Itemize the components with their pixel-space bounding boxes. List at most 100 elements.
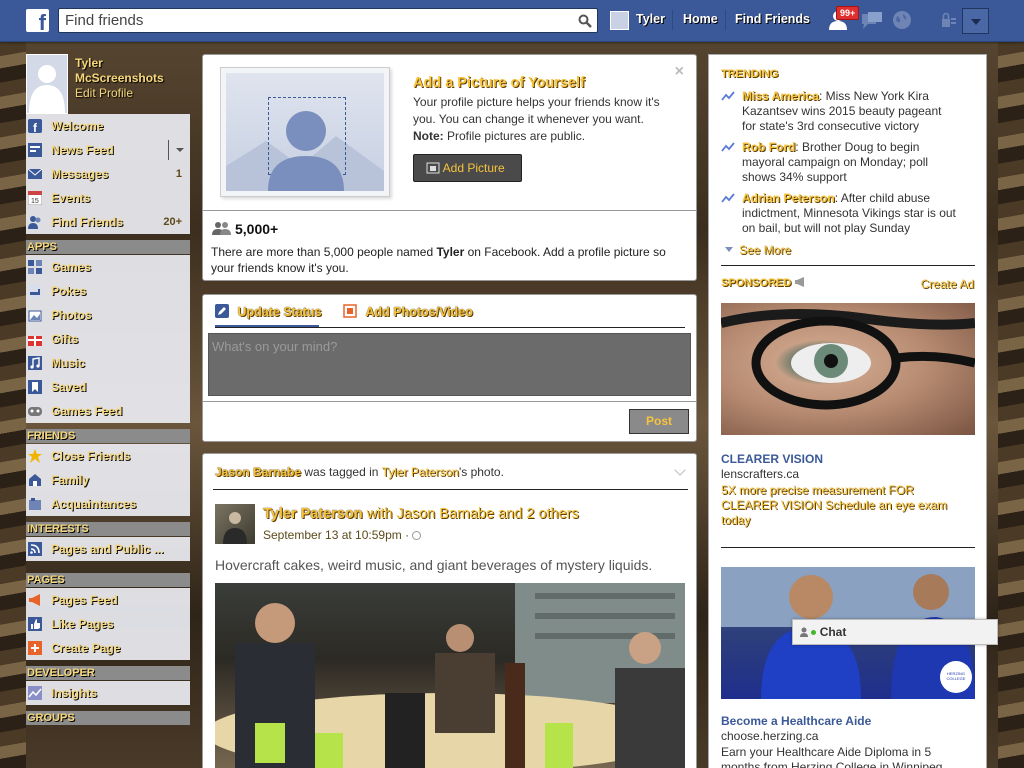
notification-badge: 99+ xyxy=(836,6,860,20)
audience-globe-icon[interactable] xyxy=(412,531,422,540)
others-link[interactable]: 2 others xyxy=(526,506,578,522)
pencil-icon xyxy=(215,304,229,318)
profile-avatar[interactable] xyxy=(26,54,68,114)
tab-add-photos-video[interactable]: Add Photos/Video xyxy=(343,304,473,319)
ad-title[interactable]: Become a Healthcare Aide xyxy=(721,714,871,728)
acquaintances-icon xyxy=(29,498,41,510)
person-photo-icon xyxy=(223,512,247,544)
add-picture-title: Add a Picture of Yourself xyxy=(413,75,585,91)
privacy-lock-icon[interactable] xyxy=(940,10,958,30)
photo-owner-link[interactable]: Tyler Paterson xyxy=(382,465,459,479)
insights-icon xyxy=(28,686,42,700)
ad-domain[interactable]: lenscrafters.ca xyxy=(721,467,799,481)
ad-domain[interactable]: choose.herzing.ca xyxy=(721,729,818,743)
close-icon[interactable]: × xyxy=(675,63,684,81)
ad-title[interactable]: CLEARER VISION xyxy=(721,452,823,466)
sidebar-item-pages-public-figures[interactable]: Pages and Public ... xyxy=(26,537,190,561)
sidebar-item-welcome[interactable]: f Welcome xyxy=(26,114,190,138)
games-feed-icon xyxy=(28,407,42,416)
search-box[interactable] xyxy=(58,8,598,33)
sidebar-item-like-pages[interactable]: Like Pages xyxy=(26,612,190,636)
trending-item[interactable]: Miss America: Miss New York Kira Kazants… xyxy=(742,89,957,134)
author-avatar[interactable] xyxy=(215,504,255,544)
camera-icon xyxy=(426,162,440,174)
edit-profile-link[interactable]: Edit Profile xyxy=(75,86,133,100)
nav-pages: Pages Feed Like Pages Create Page xyxy=(26,588,190,660)
nav-apps: Games Pokes Photos Gifts Music Saved Gam… xyxy=(26,255,190,423)
story-date[interactable]: September 13 at 10:59pm · xyxy=(263,528,422,542)
tagged-user-link[interactable]: Jason Barnabe xyxy=(215,465,301,479)
right-sidebar: TRENDING Miss America: Miss New York Kir… xyxy=(708,54,987,768)
sidebar-item-pages-feed[interactable]: Pages Feed xyxy=(26,588,190,612)
nav-interests: Pages and Public ... xyxy=(26,537,190,561)
eyeglasses-photo-icon xyxy=(721,309,975,410)
sidebar-item-news-feed[interactable]: News Feed xyxy=(26,138,190,162)
photos-icon xyxy=(28,310,42,322)
sidebar-item-family[interactable]: Family xyxy=(26,468,190,492)
trending-item[interactable]: Rob Ford: Brother Doug to begin mayoral … xyxy=(742,140,957,185)
sidebar-item-close-friends[interactable]: Close Friends xyxy=(26,444,190,468)
sidebar-item-games[interactable]: Games xyxy=(26,255,190,279)
sponsored-title: SPONSORED xyxy=(721,277,806,289)
megaphone-icon xyxy=(795,277,805,287)
status-textarea[interactable]: What's on your mind? xyxy=(208,333,691,396)
ad-image-eye[interactable] xyxy=(721,303,975,435)
megaphone-icon xyxy=(29,594,40,606)
sidebar-item-events[interactable]: 15 Events xyxy=(26,186,190,210)
photo-video-icon xyxy=(343,304,357,318)
user-avatar-small[interactable] xyxy=(610,11,629,30)
ad-text[interactable]: Earn your Healthcare Aide Diploma in 5 m… xyxy=(721,745,971,768)
profile-name[interactable]: Tyler McScreenshots xyxy=(75,56,185,86)
story-options-chevron-icon[interactable] xyxy=(674,464,686,476)
author-link[interactable]: Tyler Paterson xyxy=(263,506,363,522)
sidebar-item-photos[interactable]: Photos xyxy=(26,303,190,327)
tab-update-status[interactable]: Update Status xyxy=(215,304,322,319)
news-feed-options-icon[interactable] xyxy=(176,148,184,156)
find-friends-link[interactable]: Find Friends xyxy=(735,12,810,26)
trending-arrow-icon xyxy=(721,142,735,152)
people-count: 5,000+ xyxy=(235,221,279,237)
facebook-logo-icon[interactable]: f xyxy=(26,9,49,32)
sidebar-item-create-page[interactable]: Create Page xyxy=(26,636,190,660)
story-photo[interactable] xyxy=(215,583,685,768)
saved-icon xyxy=(28,380,42,394)
section-groups: GROUPS xyxy=(26,711,190,725)
post-button[interactable]: Post xyxy=(629,409,689,434)
story-tag-line: Jason Barnabe was tagged in Tyler Paters… xyxy=(215,465,504,479)
chevron-down-icon xyxy=(725,247,733,256)
add-picture-button[interactable]: Add Picture xyxy=(413,154,522,182)
section-apps: APPS xyxy=(26,240,190,254)
people-description: There are more than 5,000 people named T… xyxy=(211,245,666,275)
sidebar-item-games-feed[interactable]: Games Feed xyxy=(26,399,190,423)
profile-picture-placeholder[interactable] xyxy=(220,67,390,197)
see-more-link[interactable]: See More xyxy=(725,243,791,257)
sidebar-item-acquaintances[interactable]: Acquaintances xyxy=(26,492,190,516)
account-menu-dropdown[interactable] xyxy=(962,8,989,34)
chat-bar[interactable]: Chat xyxy=(792,619,998,645)
with-friend-link[interactable]: Jason Barnabe xyxy=(397,506,495,522)
left-sidebar: Tyler McScreenshots Edit Profile f Welcom… xyxy=(26,54,190,725)
sidebar-item-insights[interactable]: Insights xyxy=(26,681,190,705)
ad-text[interactable]: 5X more precise measurement FOR CLEARER … xyxy=(721,483,971,528)
sidebar-item-pokes[interactable]: Pokes xyxy=(26,279,190,303)
trending-item[interactable]: Adrian Peterson: After child abuse indic… xyxy=(742,191,957,236)
news-feed-icon xyxy=(28,143,42,157)
sidebar-item-messages[interactable]: Messages 1 xyxy=(26,162,190,186)
sidebar-item-music[interactable]: Music xyxy=(26,351,190,375)
feed-story: Jason Barnabe was tagged in Tyler Paters… xyxy=(202,453,697,768)
party-photo-icon xyxy=(215,583,685,768)
search-input[interactable] xyxy=(59,9,559,32)
home-link[interactable]: Home xyxy=(683,12,718,26)
messages-icon[interactable] xyxy=(860,10,884,30)
sidebar-item-saved[interactable]: Saved xyxy=(26,375,190,399)
search-icon[interactable] xyxy=(578,14,592,28)
sidebar-item-gifts[interactable]: Gifts xyxy=(26,327,190,351)
default-avatar-icon xyxy=(29,65,65,113)
sidebar-item-find-friends[interactable]: Find Friends 20+ xyxy=(26,210,190,234)
add-picture-card: × Add a Picture of Yourself Your profile… xyxy=(202,54,697,281)
facebook-icon: f xyxy=(28,119,42,133)
profile-link[interactable]: Tyler xyxy=(636,12,665,26)
create-ad-link[interactable]: Create Ad xyxy=(921,277,974,291)
globe-icon[interactable] xyxy=(892,10,912,30)
chat-person-icon xyxy=(800,627,808,637)
